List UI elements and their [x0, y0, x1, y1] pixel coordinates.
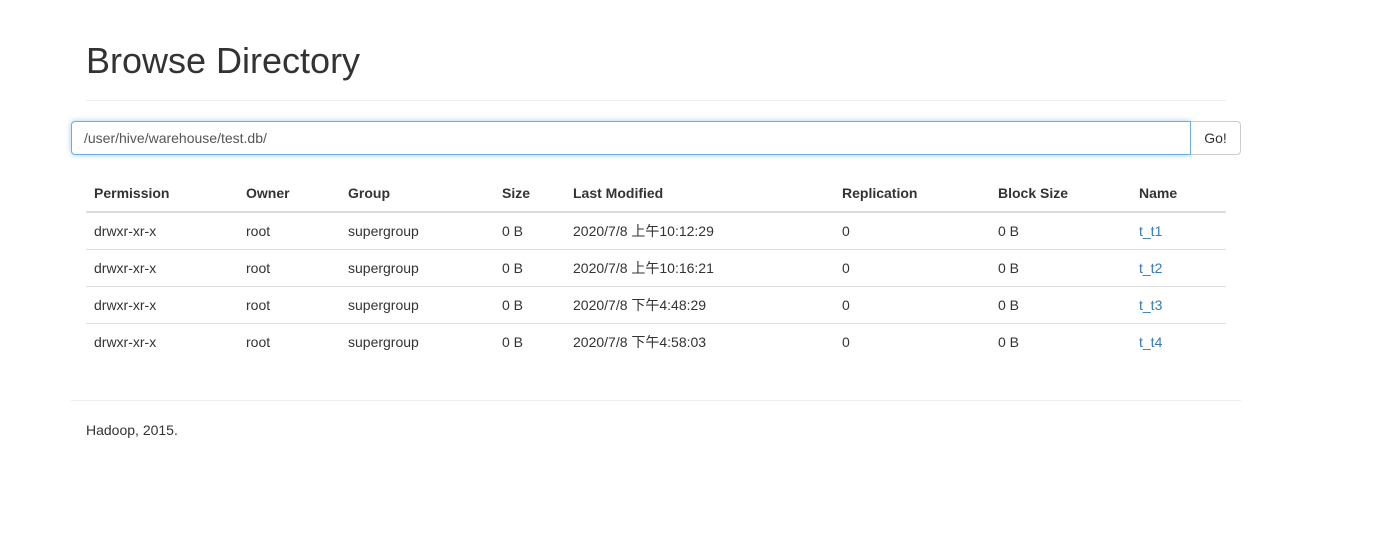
block-size-cell: 0 B — [990, 212, 1131, 250]
size-cell: 0 B — [502, 333, 524, 350]
block-size-cell: 0 B — [990, 249, 1131, 287]
name-cell: t_t1 — [1131, 212, 1226, 250]
directory-link[interactable]: t_t1 — [1139, 223, 1162, 239]
column-header-owner[interactable]: Owner — [238, 175, 340, 213]
column-header-size[interactable]: Size — [494, 175, 565, 213]
go-button[interactable]: Go! — [1191, 121, 1241, 155]
column-header-group[interactable]: Group — [340, 175, 494, 213]
path-search-bar: Go! — [71, 121, 1241, 155]
name-cell: t_t4 — [1131, 323, 1226, 360]
column-header-block-size[interactable]: Block Size — [990, 175, 1131, 213]
name-cell: t_t3 — [1131, 286, 1226, 324]
group-cell: supergroup — [348, 333, 419, 350]
page-header: Browse Directory — [86, 40, 1226, 101]
page-title: Browse Directory — [86, 40, 361, 81]
column-header-permission[interactable]: Permission — [86, 175, 238, 213]
table-header-row: Permission Owner Group Size Last Modifie… — [86, 175, 1226, 213]
table-row: drwxr-xr-x root supergroup 0 B 2020/7/8 … — [86, 249, 1226, 287]
directory-listing-table: Permission Owner Group Size Last Modifie… — [86, 175, 1226, 360]
footer-divider — [71, 400, 1241, 401]
table-row: drwxr-xr-x root supergroup 0 B 2020/7/8 … — [86, 286, 1226, 324]
directory-link[interactable]: t_t4 — [1139, 334, 1162, 350]
owner-cell: root — [238, 249, 340, 287]
group-cell: supergroup — [340, 286, 494, 324]
column-header-last-modified[interactable]: Last Modified — [565, 175, 834, 213]
group-cell: supergroup — [340, 249, 494, 287]
last-modified-cell: 2020/7/8 下午4:58:03 — [573, 333, 707, 350]
replication-cell: 0 — [842, 333, 850, 350]
permission-cell: drwxr-xr-x — [94, 333, 157, 350]
table-row: drwxr-xr-x root supergroup 0 B 2020/7/8 … — [86, 212, 1226, 250]
size-cell: 0 B — [494, 212, 565, 250]
block-size-cell: 0 B — [990, 286, 1131, 324]
directory-path-input[interactable] — [71, 121, 1191, 155]
group-cell: supergroup — [340, 212, 494, 250]
directory-link[interactable]: t_t2 — [1139, 260, 1162, 276]
directory-link[interactable]: t_t3 — [1139, 297, 1162, 313]
column-header-replication[interactable]: Replication — [834, 175, 990, 213]
owner-cell: root — [238, 286, 340, 324]
column-header-name[interactable]: Name — [1131, 175, 1226, 213]
last-modified-cell: 2020/7/8 上午10:12:29 — [565, 212, 834, 250]
block-size-cell: 0 B — [998, 333, 1020, 350]
last-modified-cell: 2020/7/8 下午4:48:29 — [565, 286, 834, 324]
size-cell: 0 B — [494, 249, 565, 287]
replication-cell: 0 — [834, 212, 990, 250]
footer-text: Hadoop, 2015. — [86, 422, 178, 438]
permission-cell: drwxr-xr-x — [86, 249, 238, 287]
owner-cell: root — [238, 212, 340, 250]
size-cell: 0 B — [494, 286, 565, 324]
table-row: drwxr-xr-x root supergroup 0 B 2020/7/8 … — [86, 323, 1226, 360]
permission-cell: drwxr-xr-x — [86, 286, 238, 324]
replication-cell: 0 — [834, 249, 990, 287]
permission-cell: drwxr-xr-x — [86, 212, 238, 250]
replication-cell: 0 — [834, 286, 990, 324]
owner-cell: root — [246, 333, 271, 350]
name-cell: t_t2 — [1131, 249, 1226, 287]
last-modified-cell: 2020/7/8 上午10:16:21 — [565, 249, 834, 287]
